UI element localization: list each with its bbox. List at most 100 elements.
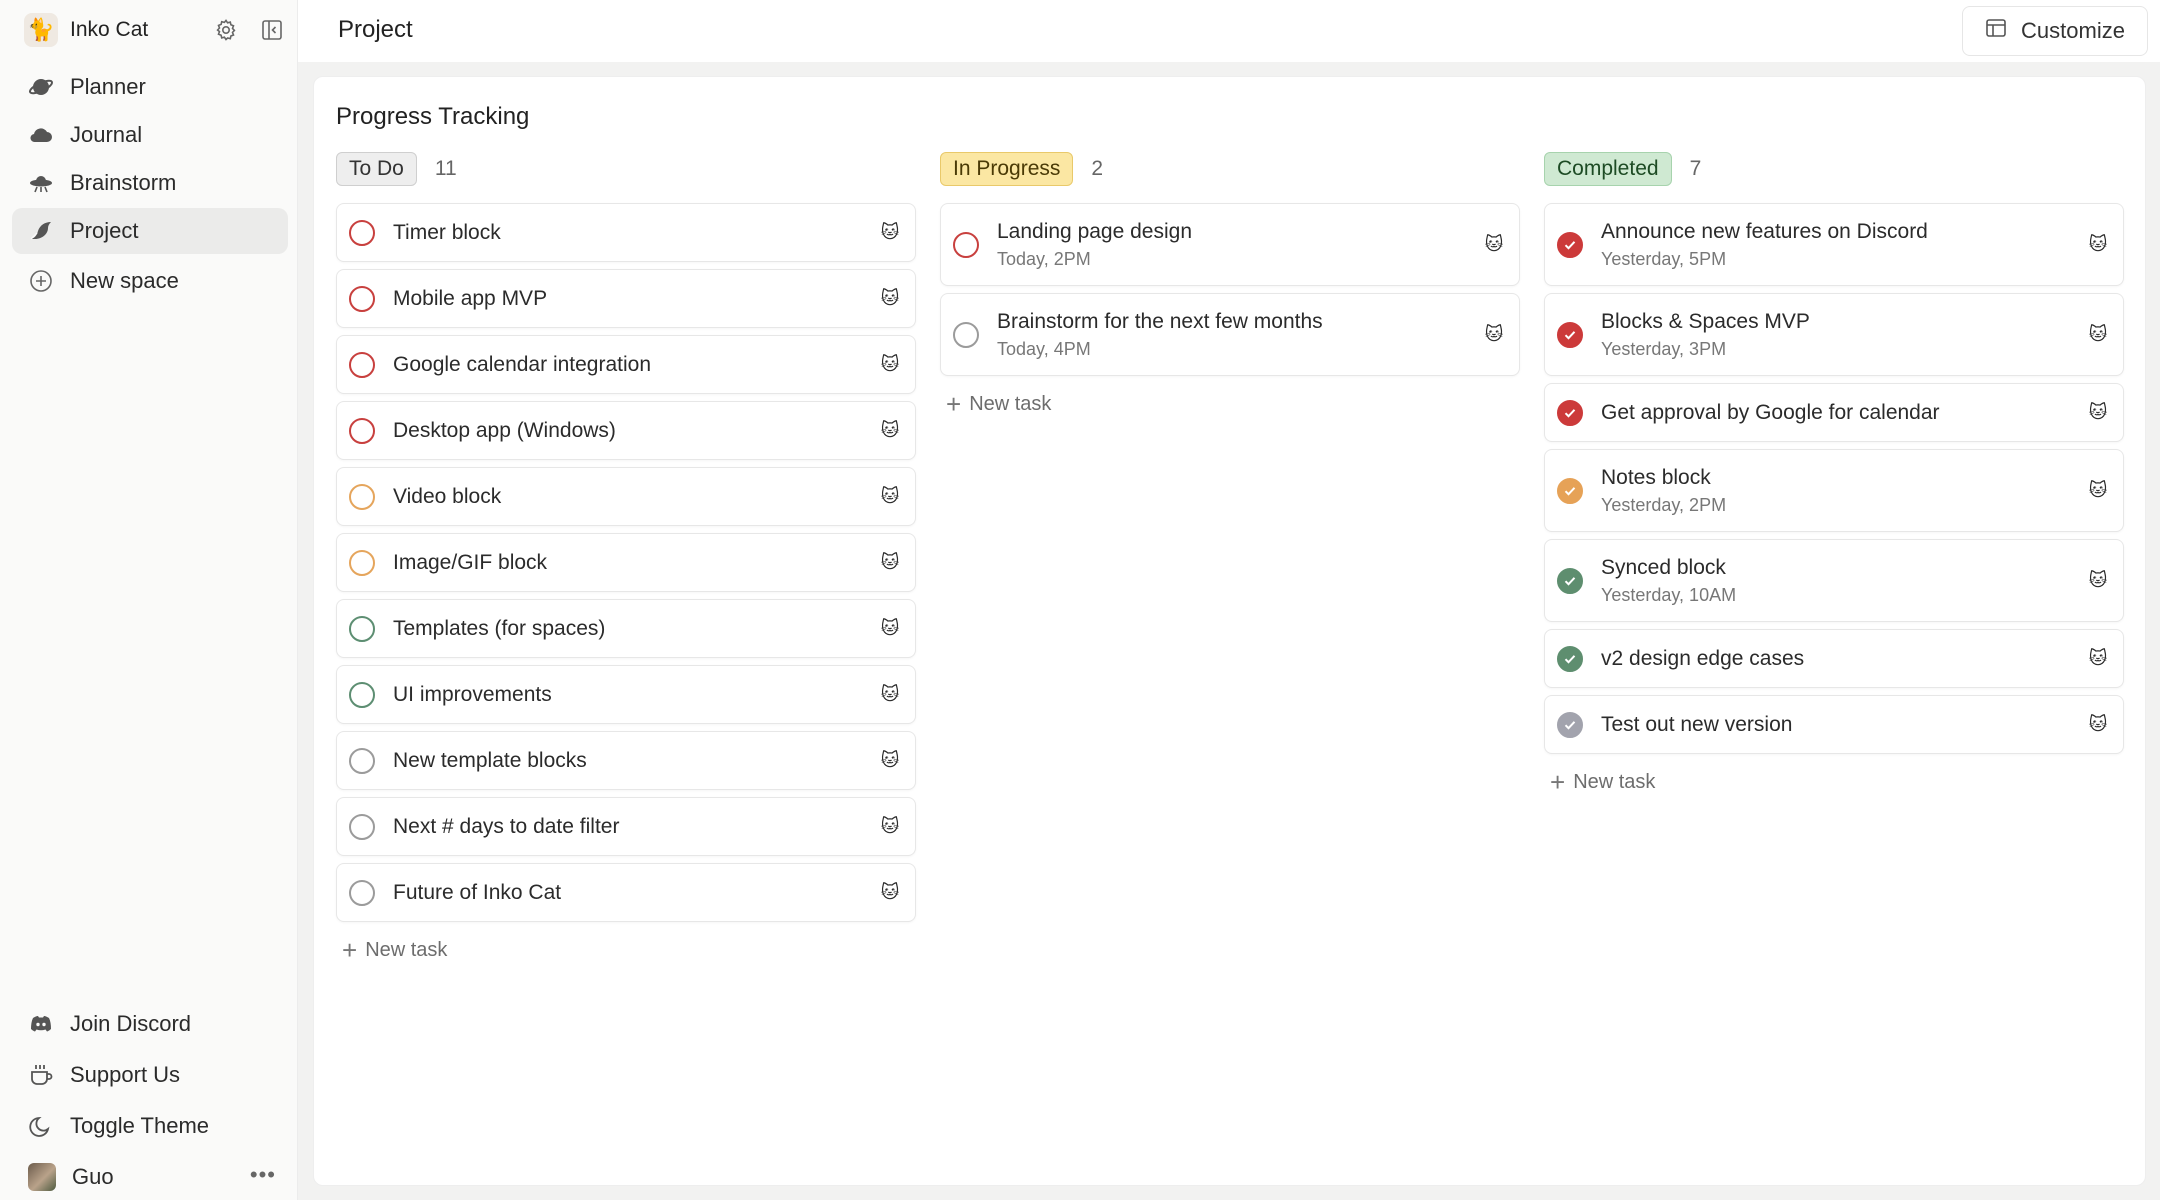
collapse-sidebar-icon[interactable] bbox=[260, 18, 284, 42]
sidebar-item-planner[interactable]: Planner bbox=[12, 64, 288, 110]
task-title: Test out new version bbox=[1601, 712, 1793, 736]
task-card[interactable]: Video block 🐱 bbox=[336, 467, 916, 526]
task-date: Yesterday, 10AM bbox=[1601, 585, 1737, 605]
task-card[interactable]: Image/GIF block 🐱 bbox=[336, 533, 916, 592]
task-checkbox[interactable] bbox=[953, 321, 979, 348]
task-checkbox[interactable] bbox=[349, 747, 375, 774]
task-card[interactable]: Next # days to date filter 🐱 bbox=[336, 797, 916, 856]
layout-icon bbox=[1985, 17, 2007, 45]
new-task-button[interactable]: + New task bbox=[336, 930, 916, 970]
task-title: Notes block bbox=[1601, 466, 1711, 489]
sidebar-item-journal[interactable]: Journal bbox=[12, 112, 288, 158]
task-checkbox[interactable] bbox=[349, 813, 375, 840]
task-checkbox[interactable] bbox=[349, 285, 375, 312]
task-card[interactable]: Get approval by Google for calendar 🐱 bbox=[1544, 383, 2124, 442]
task-title: Video block bbox=[393, 484, 502, 508]
join-discord-button[interactable]: Join Discord bbox=[12, 999, 288, 1048]
task-card[interactable]: Templates (for spaces) 🐱 bbox=[336, 599, 916, 658]
sidebar-item-project[interactable]: Project bbox=[12, 208, 288, 254]
task-checkbox-checked[interactable] bbox=[1557, 399, 1583, 426]
task-checkbox-checked[interactable] bbox=[1557, 321, 1583, 348]
task-card[interactable]: Test out new version 🐱 bbox=[1544, 695, 2124, 754]
gear-icon[interactable] bbox=[214, 18, 238, 42]
cat-face-icon: 🐱 bbox=[880, 354, 900, 374]
task-card[interactable]: Blocks & Spaces MVP Yesterday, 3PM 🐱 bbox=[1544, 293, 2124, 376]
status-badge-todo[interactable]: To Do bbox=[336, 152, 417, 186]
cat-face-icon: 🐱 bbox=[880, 222, 900, 242]
task-card[interactable]: Desktop app (Windows) 🐱 bbox=[336, 401, 916, 460]
sidebar-nav: Planner Journal Brainstorm Project New s… bbox=[12, 64, 288, 306]
check-icon bbox=[1564, 240, 1576, 250]
task-card[interactable]: UI improvements 🐱 bbox=[336, 665, 916, 724]
task-checkbox-checked[interactable] bbox=[1557, 711, 1583, 738]
task-checkbox[interactable] bbox=[349, 681, 375, 708]
task-checkbox[interactable] bbox=[349, 615, 375, 642]
task-title: Brainstorm for the next few months bbox=[997, 310, 1323, 333]
new-space-label: New space bbox=[70, 268, 179, 293]
customize-button[interactable]: Customize bbox=[1962, 6, 2148, 56]
cat-face-icon: 🐱 bbox=[2088, 480, 2108, 500]
task-date: Yesterday, 2PM bbox=[1601, 495, 1727, 515]
workspace-name[interactable]: Inko Cat bbox=[70, 18, 148, 42]
status-badge-in-progress[interactable]: In Progress bbox=[940, 152, 1074, 186]
task-title: Mobile app MVP bbox=[393, 286, 548, 310]
task-checkbox[interactable] bbox=[349, 219, 375, 246]
task-title: Synced block bbox=[1601, 556, 1726, 579]
toggle-theme-button[interactable]: Toggle Theme bbox=[12, 1101, 288, 1150]
cat-face-icon: 🐱 bbox=[880, 750, 900, 770]
task-card[interactable]: Timer block 🐱 bbox=[336, 203, 916, 262]
task-card[interactable]: v2 design edge cases 🐱 bbox=[1544, 629, 2124, 688]
sidebar: 🐈 Inko Cat Planner Journal Brainstorm Pr… bbox=[0, 0, 298, 1200]
support-us-button[interactable]: Support Us bbox=[12, 1050, 288, 1099]
user-menu[interactable]: Guo ••• bbox=[12, 1152, 288, 1200]
plus-icon: + bbox=[342, 935, 358, 965]
cat-face-icon: 🐱 bbox=[880, 420, 900, 440]
moon-icon bbox=[28, 1113, 54, 1139]
task-checkbox-checked[interactable] bbox=[1557, 231, 1583, 258]
workspace-header: 🐈 Inko Cat bbox=[24, 12, 284, 48]
task-card[interactable]: Google calendar integration 🐱 bbox=[336, 335, 916, 394]
cat-face-icon: 🐱 bbox=[880, 552, 900, 572]
task-card[interactable]: Synced block Yesterday, 10AM 🐱 bbox=[1544, 539, 2124, 622]
task-checkbox[interactable] bbox=[953, 231, 979, 258]
kanban-board: Progress Tracking To Do 11 Timer block 🐱 … bbox=[313, 76, 2146, 1186]
cat-face-icon: 🐱 bbox=[2088, 402, 2108, 422]
task-checkbox-checked[interactable] bbox=[1557, 645, 1583, 672]
task-card[interactable]: New template blocks 🐱 bbox=[336, 731, 916, 790]
new-space-button[interactable]: New space bbox=[12, 258, 288, 304]
task-card[interactable]: Notes block Yesterday, 2PM 🐱 bbox=[1544, 449, 2124, 532]
task-checkbox-checked[interactable] bbox=[1557, 567, 1583, 594]
top-bar: Project Customize bbox=[298, 0, 2160, 62]
page-title: Project bbox=[338, 16, 413, 43]
task-card[interactable]: Mobile app MVP 🐱 bbox=[336, 269, 916, 328]
check-icon bbox=[1564, 330, 1576, 340]
task-title: Timer block bbox=[393, 220, 501, 244]
ufo-icon bbox=[28, 170, 54, 196]
task-card[interactable]: Announce new features on Discord Yesterda… bbox=[1544, 203, 2124, 286]
cat-face-icon: 🐱 bbox=[2088, 648, 2108, 668]
task-title: Blocks & Spaces MVP bbox=[1601, 310, 1810, 333]
task-checkbox[interactable] bbox=[349, 483, 375, 510]
new-task-button[interactable]: + New task bbox=[940, 384, 1520, 424]
task-count: 7 bbox=[1689, 157, 1702, 180]
task-checkbox[interactable] bbox=[349, 417, 375, 444]
planet-icon bbox=[28, 74, 54, 100]
task-checkbox[interactable] bbox=[349, 549, 375, 576]
task-count: 11 bbox=[434, 157, 457, 180]
task-checkbox-checked[interactable] bbox=[1557, 477, 1583, 504]
task-checkbox[interactable] bbox=[349, 351, 375, 378]
task-card[interactable]: Brainstorm for the next few months Today,… bbox=[940, 293, 1520, 376]
sidebar-item-brainstorm[interactable]: Brainstorm bbox=[12, 160, 288, 206]
bird-icon bbox=[28, 218, 54, 244]
task-card[interactable]: Future of Inko Cat 🐱 bbox=[336, 863, 916, 922]
task-card[interactable]: Landing page design Today, 2PM 🐱 bbox=[940, 203, 1520, 286]
check-icon bbox=[1564, 576, 1576, 586]
column-todo: To Do 11 Timer block 🐱 Mobile app MVP 🐱 Go… bbox=[336, 149, 916, 970]
more-options-icon[interactable]: ••• bbox=[250, 1162, 276, 1188]
task-title: Templates (for spaces) bbox=[393, 616, 606, 640]
new-task-button[interactable]: + New task bbox=[1544, 762, 2124, 802]
check-icon bbox=[1564, 654, 1576, 664]
task-checkbox[interactable] bbox=[349, 879, 375, 906]
status-badge-completed[interactable]: Completed bbox=[1544, 152, 1672, 186]
workspace-avatar[interactable]: 🐈 bbox=[24, 13, 58, 47]
